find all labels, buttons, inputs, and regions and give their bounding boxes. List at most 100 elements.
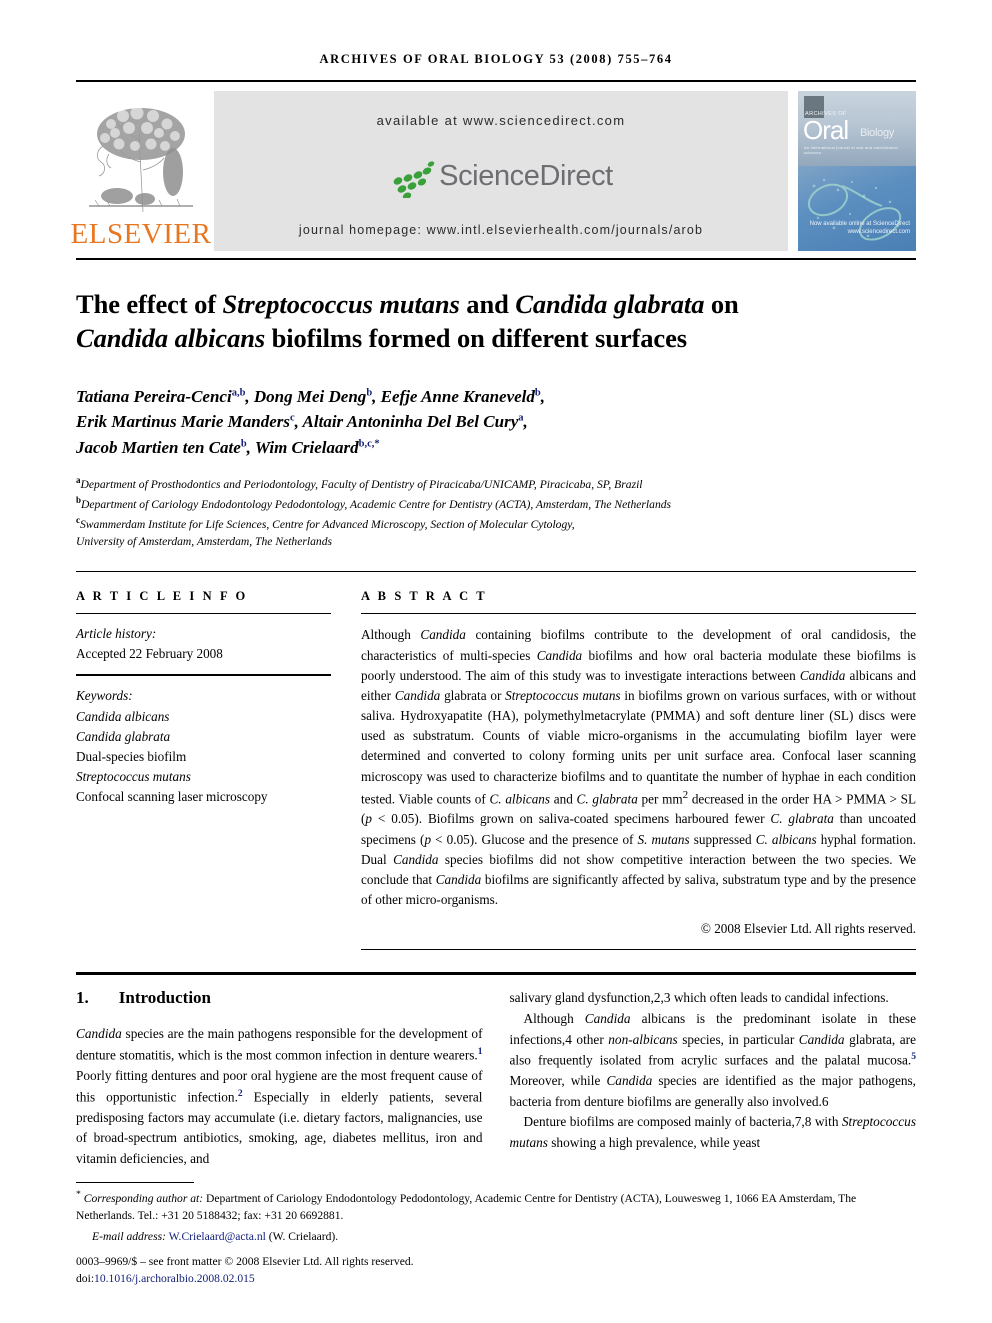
article-info-heading: A R T I C L E I N F O [76,589,331,604]
reference-marker: 5 [911,1052,916,1062]
introduction-left-text: Candida species are the main pathogens r… [76,1024,483,1169]
keywords-rule [76,674,331,676]
corresponding-author-note: * Corresponding author at: Department of… [76,1188,916,1224]
taxon-name: Streptococcus mutans [505,688,620,703]
author-name: Eefje Anne Kraneveld [381,387,535,406]
author-name: Altair Antoninha Del Bel Cury [303,412,519,431]
p-value-symbol: p [365,811,372,826]
article-history-label: Article history: [76,624,331,644]
abstract-heading: A B S T R A C T [361,589,916,604]
masthead-rule-bottom [76,258,916,260]
author-affiliation-marker: c [290,413,295,424]
taxon-name: non-albicans [608,1032,677,1047]
keywords-block: Keywords: Candida albicans Candida glabra… [76,686,331,806]
title-part-1: The effect of [76,289,223,319]
keyword-item: Candida glabrata [76,727,331,747]
title-species-3: Candida albicans [76,323,265,353]
article-first-page: ARCHIVES OF ORAL BIOLOGY 53 (2008) 755–7… [0,0,992,1323]
cover-sciencedirect-badge: Now available online at ScienceDirect ww… [798,221,910,237]
keywords-label: Keywords: [76,686,331,706]
sciencedirect-wordmark: ScienceDirect [439,160,613,193]
paragraph: Although Candida albicans is the predo… [510,1009,917,1112]
cover-cell-image [798,166,916,251]
doi-line[interactable]: doi:10.1016/j.archoralbio.2008.02.015 [76,1270,916,1287]
elsevier-tree-icon [85,100,197,218]
body-columns: 1. Introduction Candida species are the … [76,988,916,1169]
article-history-value: Accepted 22 February 2008 [76,644,331,664]
body-separator-rule [76,972,916,975]
email-label: E-mail address: [92,1230,166,1243]
body-column-right: salivary gland dysfunction,2,3 which oft… [510,988,917,1169]
taxon-name: Candida [393,852,438,867]
affiliation-item: University of Amsterdam, Amsterdam, The … [76,533,916,551]
taxon-name: C. glabrata [770,811,833,826]
elsevier-wordmark: ELSEVIER [71,220,212,249]
author-affiliation-marker: a [518,413,523,424]
superscript-unit: 2 [683,789,689,801]
taxon-name: Candida [537,648,582,663]
sciencedirect-logo: ScienceDirect [389,156,613,198]
author-affiliation-marker: b [366,387,372,398]
taxon-name: Candida [420,627,465,642]
abstract-text: Although Candida containing biofilms con… [361,625,916,910]
author-name: Tatiana Pereira-Cenci [76,387,232,406]
available-at-text: available at www.sciencedirect.com [377,113,626,128]
article-history-block: Article history: Accepted 22 February 20… [76,624,331,664]
taxon-name: C. albicans [490,791,551,806]
email-owner: (W. Crielaard). [269,1230,338,1243]
keyword-item: Candida albicans [76,707,331,727]
taxon-name: Candida [585,1011,631,1026]
article-info-rule [76,613,331,614]
affiliation-marker: b [76,495,81,505]
taxon-name: Candida [395,688,440,703]
journal-homepage-text: journal homepage: www.intl.elsevierhealt… [299,223,703,237]
author-name: Jacob Martien ten Cate [76,438,241,457]
keyword-item: Streptococcus mutans [76,767,331,787]
taxon-name: Candida [76,1026,122,1041]
taxon-name: Candida [799,1032,845,1047]
title-part-3: on [704,289,738,319]
paragraph: Candida species are the main pathogens r… [76,1024,483,1169]
reference-marker: 1 [478,1047,483,1057]
footnote-rule [76,1182,194,1183]
sciencedirect-leaf-icon [389,156,435,198]
paragraph: salivary gland dysfunction,2,3 which oft… [510,988,917,1009]
header-rule-top [76,80,916,82]
introduction-right-text: salivary gland dysfunction,2,3 which oft… [510,988,917,1153]
p-value-symbol: p [424,832,431,847]
affiliation-item: cSwammerdam Institute for Life Sciences,… [76,514,916,534]
title-part-4: biofilms formed on different surfaces [265,323,687,353]
sciencedirect-banner: available at www.sciencedirect.com Scien… [214,91,788,251]
taxon-name: Streptococcus mutans [510,1114,917,1150]
taxon-name: C. glabrata [577,791,638,806]
body-column-left: 1. Introduction Candida species are the … [76,988,483,1169]
title-part-2: and [460,289,515,319]
doi-prefix: doi: [76,1272,94,1285]
affiliation-marker: c [76,515,80,525]
article-info-column: A R T I C L E I N F O Article history: A… [76,589,331,950]
author-name: Dong Mei Deng [254,387,366,406]
cover-tagline: An international journal of oral and max… [804,145,910,155]
taxon-name: Candida [606,1073,652,1088]
email-note: E-mail address: W.Crielaard@acta.nl (W. … [76,1228,916,1245]
title-species-1: Streptococcus mutans [223,289,460,319]
introduction-title: Introduction [119,988,211,1008]
affiliation-marker: a [76,475,81,485]
affiliation-item: bDepartment of Cariology Endodontology P… [76,494,916,514]
author-affiliation-marker: b [241,438,247,449]
journal-cover-thumbnail: ARCHIVES OF Oral Biology An internationa… [798,91,916,251]
taxon-name: C. albicans [756,832,817,847]
introduction-number: 1. [76,988,89,1008]
author-name: Wim Crielaard [255,438,359,457]
keyword-item: Confocal scanning laser microscopy [76,787,331,807]
author-affiliation-marker: a,b [232,387,246,398]
author-list: Tatiana Pereira-Cencia,b, Dong Mei Dengb… [76,384,916,461]
cover-oral-title: Oral [803,117,912,143]
article-title: The effect of Streptococcus mutans and C… [76,287,916,356]
reference-marker: 2 [238,1089,243,1099]
keywords-list: Candida albicans Candida glabrata Dual-spe… [76,707,331,807]
taxon-name: Candida [436,872,481,887]
page-footnote: * Corresponding author at: Department of… [76,1182,916,1287]
doi-value[interactable]: 10.1016/j.archoralbio.2008.02.015 [94,1272,255,1285]
email-link[interactable]: W.Crielaard@acta.nl [169,1230,266,1243]
